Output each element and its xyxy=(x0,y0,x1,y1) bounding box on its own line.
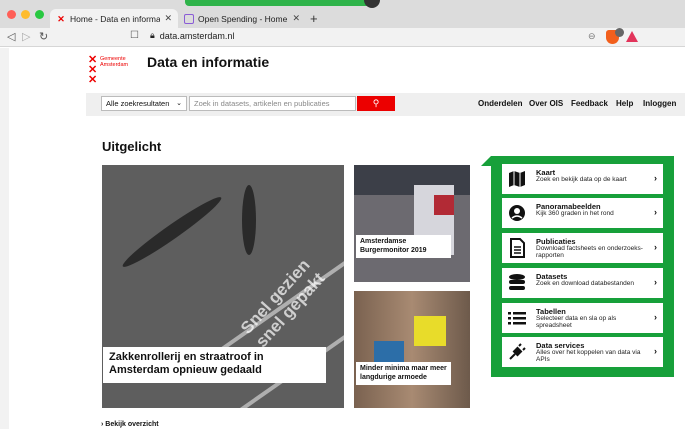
shield-count-badge xyxy=(615,28,624,37)
chevron-right-icon: › xyxy=(654,242,657,252)
card1-caption[interactable]: Amsterdamse Burgermonitor 2019 xyxy=(356,235,451,258)
minimize-window-button[interactable] xyxy=(21,10,30,19)
card-photo-shape xyxy=(434,195,454,215)
logo-line: Amsterdam xyxy=(100,62,129,68)
lock-icon: 🔒︎ xyxy=(150,30,155,40)
burgermonitor-card[interactable] xyxy=(354,165,470,282)
chevron-right-icon: › xyxy=(654,277,657,287)
site-title[interactable]: Data en informatie xyxy=(147,54,269,70)
browser-tab-bar: ✕ Home - Data en informatie - Am ✕ Open … xyxy=(0,0,685,28)
zoom-icon[interactable]: ⊖ xyxy=(588,31,596,42)
logo-text: Gemeente Amsterdam xyxy=(100,56,128,68)
tool-kaart[interactable]: Kaart Zoek en bekijk data op de kaart › xyxy=(502,164,663,194)
overview-link[interactable]: › Bekijk overzicht xyxy=(101,421,159,428)
left-strip xyxy=(0,48,9,429)
chevron-right-icon: › xyxy=(654,346,657,356)
decorative-notch xyxy=(185,0,370,6)
database-icon xyxy=(509,274,525,290)
overview-link-text: Bekijk overzicht xyxy=(105,421,159,428)
back-icon[interactable]: ◁ xyxy=(7,30,15,43)
reload-icon[interactable]: ↻ xyxy=(39,30,48,43)
search-input[interactable]: Zoek in datasets, artikelen en publicati… xyxy=(189,96,356,111)
amsterdam-logo[interactable]: ✕ ✕ ✕ Gemeente Amsterdam xyxy=(88,55,148,87)
card2-caption[interactable]: Minder minima maar meer langdurige armoe… xyxy=(356,362,451,385)
tool-description: Zoek en bekijk data op de kaart xyxy=(536,176,627,183)
plug-icon xyxy=(509,343,526,360)
tool-description: Selecteer data en sla op als spreadsheet xyxy=(536,315,617,329)
logo-cross-icon: ✕ xyxy=(88,74,98,86)
new-tab-button[interactable]: + xyxy=(310,9,318,28)
search-icon: ⚲ xyxy=(372,98,380,108)
tool-description: Kijk 360 graden in het rond xyxy=(536,210,614,217)
tab-title: Home - Data en informatie - Am xyxy=(70,13,161,24)
amsterdam-favicon-icon: ✕ xyxy=(57,13,65,24)
chevron-right-icon: › xyxy=(654,173,657,183)
search-category-value: Alle zoekresultaten xyxy=(106,99,170,108)
close-tab-icon[interactable]: ✕ xyxy=(292,13,300,24)
tool-description: Download factsheets en onderzoeks-rappor… xyxy=(536,245,643,259)
open-spending-favicon-icon xyxy=(184,13,194,24)
table-list-icon xyxy=(508,312,526,325)
nav-feedback[interactable]: Feedback xyxy=(571,99,608,108)
document-icon xyxy=(510,238,525,258)
section-title: Uitgelicht xyxy=(102,139,162,154)
nav-help[interactable]: Help xyxy=(616,99,633,108)
bicycle-shadow xyxy=(118,191,226,273)
panorama-icon xyxy=(509,205,525,221)
search-category-select[interactable]: Alle zoekresultaten ⌄ xyxy=(101,96,187,111)
tool-datasets[interactable]: Datasets Zoek en download databestanden … xyxy=(502,268,663,298)
tab-open-spending[interactable]: Open Spending - Home ✕ xyxy=(178,9,306,28)
chevron-right-icon: › xyxy=(654,207,657,217)
tab-data-amsterdam[interactable]: ✕ Home - Data en informatie - Am ✕ xyxy=(50,9,178,28)
nav-over-ois[interactable]: Over OIS xyxy=(529,99,563,108)
nav-inloggen[interactable]: Inloggen xyxy=(643,99,676,108)
tool-publicaties[interactable]: Publicaties Download factsheets en onder… xyxy=(502,233,663,263)
minima-card[interactable] xyxy=(354,291,470,408)
map-icon xyxy=(509,171,525,187)
card-photo-shape xyxy=(354,291,470,408)
decorative-circle xyxy=(364,0,380,8)
maximize-window-button[interactable] xyxy=(35,10,44,19)
bookmark-icon[interactable]: ☐ xyxy=(130,30,139,41)
window-controls xyxy=(7,10,44,19)
chevron-right-icon: › xyxy=(101,421,104,428)
tool-tabellen[interactable]: Tabellen Selecteer data en sla op als sp… xyxy=(502,303,663,333)
tool-panoramabeelden[interactable]: Panoramabeelden Kijk 360 graden in het r… xyxy=(502,198,663,228)
chevron-right-icon: › xyxy=(654,312,657,322)
person-shadow xyxy=(242,185,256,255)
card-photo-shape xyxy=(414,316,446,346)
address-bar[interactable]: 🔒︎ data.amsterdam.nl xyxy=(150,30,234,41)
chevron-down-icon: ⌄ xyxy=(176,100,182,107)
close-window-button[interactable] xyxy=(7,10,16,19)
brave-rewards-icon[interactable] xyxy=(626,31,638,42)
tool-description: Alles over het koppelen van data via API… xyxy=(536,349,641,363)
nav-onderdelen[interactable]: Onderdelen xyxy=(478,99,522,108)
search-button[interactable]: ⚲ xyxy=(357,96,395,111)
tab-title: Open Spending - Home xyxy=(198,13,288,24)
close-tab-icon[interactable]: ✕ xyxy=(164,13,172,24)
browser-toolbar: ◁ ▷ ↻ ☐ 🔒︎ data.amsterdam.nl ⊖ xyxy=(0,28,685,47)
tool-description: Zoek en download databestanden xyxy=(536,280,634,287)
tool-data-services[interactable]: Data services Alles over het koppelen va… xyxy=(502,337,663,367)
address-text: data.amsterdam.nl xyxy=(159,30,235,41)
forward-icon[interactable]: ▷ xyxy=(22,30,30,43)
hero-caption[interactable]: Zakkenrollerij en straatroof in Amsterda… xyxy=(103,347,326,383)
